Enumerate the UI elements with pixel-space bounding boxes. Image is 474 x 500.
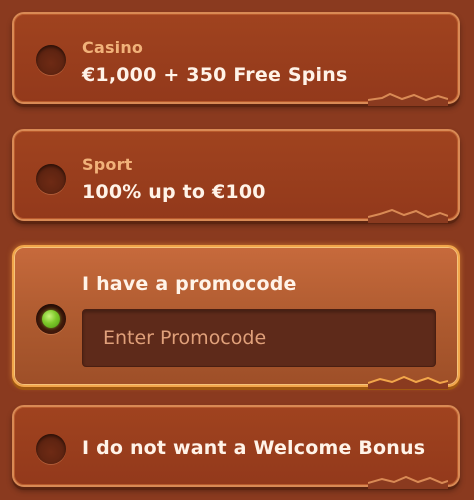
- option-offer-promocode: I have a promocode: [82, 273, 297, 295]
- bonus-option-no-bonus[interactable]: I do not want a Welcome Bonus: [12, 405, 460, 489]
- radio-green-dot-icon: [42, 310, 60, 328]
- radio-no-bonus[interactable]: [36, 434, 66, 464]
- card-edge-crack-decoration: [368, 375, 448, 389]
- card-edge-crack-decoration: [368, 209, 448, 223]
- radio-sport[interactable]: [36, 164, 66, 194]
- radio-promocode[interactable]: [36, 304, 66, 334]
- option-offer-no-bonus: I do not want a Welcome Bonus: [82, 437, 426, 459]
- promocode-input[interactable]: [82, 309, 436, 367]
- option-category-casino: Casino: [82, 38, 144, 57]
- card-edge-crack-decoration: [368, 475, 448, 489]
- bonus-option-casino[interactable]: Casino €1,000 + 350 Free Spins: [12, 12, 460, 106]
- bonus-option-promocode[interactable]: I have a promocode: [12, 245, 460, 389]
- bonus-option-sport[interactable]: Sport 100% up to €100: [12, 129, 460, 223]
- radio-casino[interactable]: [36, 45, 66, 75]
- option-offer-sport: 100% up to €100: [82, 181, 266, 203]
- option-category-sport: Sport: [82, 155, 133, 174]
- card-edge-crack-decoration: [368, 92, 448, 106]
- option-offer-casino: €1,000 + 350 Free Spins: [82, 64, 348, 86]
